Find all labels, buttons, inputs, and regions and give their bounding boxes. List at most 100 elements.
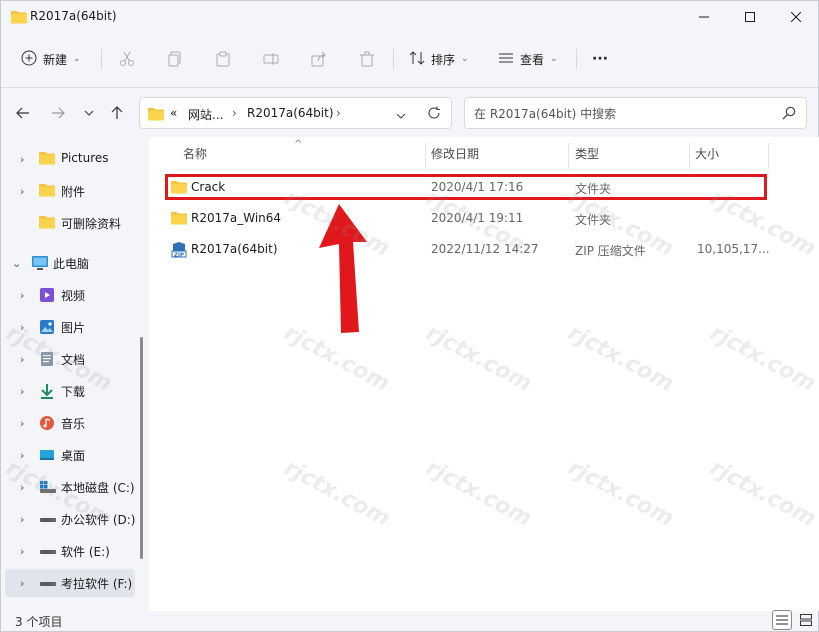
folder-icon	[39, 151, 57, 167]
breadcrumb-segment[interactable]: R2017a(64bit)	[247, 106, 334, 120]
up-button[interactable]	[107, 103, 127, 123]
drive-icon	[39, 511, 57, 527]
file-type: 文件夹	[575, 213, 612, 227]
red-arrow-annotation	[319, 204, 367, 333]
sidebar-item-drive-f[interactable]: › 考拉软件 (F:)	[5, 569, 135, 597]
documents-icon	[39, 351, 57, 367]
folder-icon	[148, 107, 164, 124]
file-row-zip[interactable]: ZIP R2017a(64bit) 2022/11/12 14:27 ZIP 压…	[165, 236, 770, 264]
search-box[interactable]	[464, 97, 807, 129]
computer-icon	[31, 255, 49, 271]
chevron-right-icon[interactable]: ›	[20, 545, 30, 558]
more-options-button[interactable]: ···	[592, 47, 608, 71]
recent-locations-button[interactable]	[79, 103, 99, 123]
sidebar-item-label: 附件	[61, 185, 86, 199]
new-label: 新建	[43, 52, 68, 67]
sidebar-item-label: 本地磁盘 (C:)	[61, 481, 135, 495]
svg-text:ZIP: ZIP	[174, 252, 184, 258]
copy-icon[interactable]	[165, 49, 185, 69]
search-icon[interactable]	[782, 106, 796, 123]
sort-button[interactable]: 排序 ⌄	[409, 47, 469, 71]
refresh-icon[interactable]	[427, 106, 441, 123]
drive-icon	[39, 575, 57, 591]
chevron-right-icon[interactable]: ›	[20, 353, 30, 366]
sidebar-item-label: 音乐	[61, 417, 86, 431]
chevron-right-icon[interactable]: ›	[20, 289, 30, 302]
chevron-right-icon[interactable]: ›	[20, 321, 30, 334]
column-header-size[interactable]: 大小	[695, 145, 719, 169]
address-overflow[interactable]: «	[170, 106, 177, 120]
rename-icon[interactable]	[261, 49, 281, 69]
folder-icon	[39, 183, 57, 199]
chevron-right-icon[interactable]: ›	[20, 153, 30, 166]
paste-icon[interactable]	[213, 49, 233, 69]
column-header-name[interactable]: 名称	[183, 145, 207, 169]
sidebar-item-drive-e[interactable]: › 软件 (E:)	[1, 537, 141, 565]
column-header-modified[interactable]: 修改日期	[431, 145, 479, 169]
details-view-button[interactable]	[772, 610, 792, 630]
breadcrumb-separator[interactable]: ›	[336, 106, 341, 120]
sidebar-item-desktop[interactable]: › 桌面	[1, 441, 141, 469]
sidebar-item-label: 文档	[61, 353, 86, 367]
address-bar[interactable]: « 网站... › R2017a(64bit) ›	[139, 97, 452, 129]
sidebar-item-label: 桌面	[61, 449, 86, 463]
sidebar-item-pictures[interactable]: › 图片	[1, 313, 141, 341]
chevron-right-icon[interactable]: ›	[20, 481, 30, 494]
minimize-button[interactable]	[681, 1, 727, 33]
breadcrumb-separator[interactable]: ›	[232, 106, 237, 120]
back-button[interactable]	[13, 103, 33, 123]
folder-icon	[11, 10, 27, 27]
breadcrumb-segment[interactable]: 网站...	[188, 106, 223, 123]
delete-icon[interactable]	[357, 49, 377, 69]
sidebar-item-videos[interactable]: › 视频	[1, 281, 141, 309]
sidebar-scrollbar[interactable]	[140, 337, 143, 559]
sidebar-item-downloads[interactable]: › 下载	[1, 377, 141, 405]
sidebar-item-label: 下载	[61, 385, 86, 399]
column-divider[interactable]	[425, 143, 426, 169]
column-header-type[interactable]: 类型	[575, 145, 599, 169]
sidebar-item-label: 可删除资料	[61, 217, 122, 231]
tiles-view-button[interactable]	[796, 610, 816, 630]
view-button[interactable]: 查看 ⌄	[498, 47, 558, 71]
forward-button[interactable]	[48, 103, 68, 123]
sidebar-item-label: 此电脑	[53, 257, 90, 271]
chevron-right-icon[interactable]: ›	[20, 385, 30, 398]
search-input[interactable]	[474, 105, 774, 123]
cut-icon[interactable]	[117, 49, 137, 69]
maximize-button[interactable]	[727, 1, 773, 33]
folder-icon	[171, 180, 187, 197]
chevron-down-icon[interactable]: ⌄	[12, 257, 22, 270]
sidebar-item-pictures-folder[interactable]: › Pictures	[1, 145, 141, 173]
download-icon	[39, 383, 57, 399]
sidebar-item-deletable[interactable]: 可删除资料	[1, 209, 141, 237]
file-name: Crack	[191, 180, 226, 194]
sidebar-item-label: 办公软件 (D:)	[61, 513, 136, 527]
chevron-right-icon[interactable]: ›	[20, 185, 30, 198]
sidebar-item-documents[interactable]: › 文档	[1, 345, 141, 373]
file-row-crack[interactable]: Crack 2020/4/1 17:16 文件夹	[165, 174, 765, 202]
file-type: ZIP 压缩文件	[575, 244, 646, 258]
sidebar-item-attachments[interactable]: › 附件	[1, 177, 141, 205]
file-row-win64[interactable]: R2017a_Win64 2020/4/1 19:11 文件夹	[165, 205, 765, 233]
sidebar-item-drive-d[interactable]: › 办公软件 (D:)	[1, 505, 141, 533]
column-divider[interactable]	[689, 143, 690, 169]
column-divider[interactable]	[568, 143, 569, 169]
sidebar-item-this-pc[interactable]: ⌄ 此电脑	[1, 249, 141, 277]
address-dropdown-icon[interactable]	[396, 109, 406, 123]
video-icon	[39, 287, 57, 303]
window-title: R2017a(64bit)	[30, 9, 117, 23]
new-button[interactable]: 新建 ⌄	[21, 47, 81, 71]
share-icon[interactable]	[309, 49, 329, 69]
column-divider[interactable]	[768, 143, 769, 169]
sidebar-item-drive-c[interactable]: › 本地磁盘 (C:)	[1, 473, 141, 501]
folder-icon	[39, 215, 57, 231]
chevron-right-icon[interactable]: ›	[20, 577, 30, 590]
chevron-down-icon: ⌄	[550, 54, 558, 64]
chevron-down-icon: ⌄	[73, 54, 81, 64]
chevron-right-icon[interactable]: ›	[20, 417, 30, 430]
close-button[interactable]	[773, 1, 819, 33]
chevron-right-icon[interactable]: ›	[20, 513, 30, 526]
view-list-icon	[498, 50, 514, 69]
chevron-right-icon[interactable]: ›	[20, 449, 30, 462]
sidebar-item-music[interactable]: › 音乐	[1, 409, 141, 437]
